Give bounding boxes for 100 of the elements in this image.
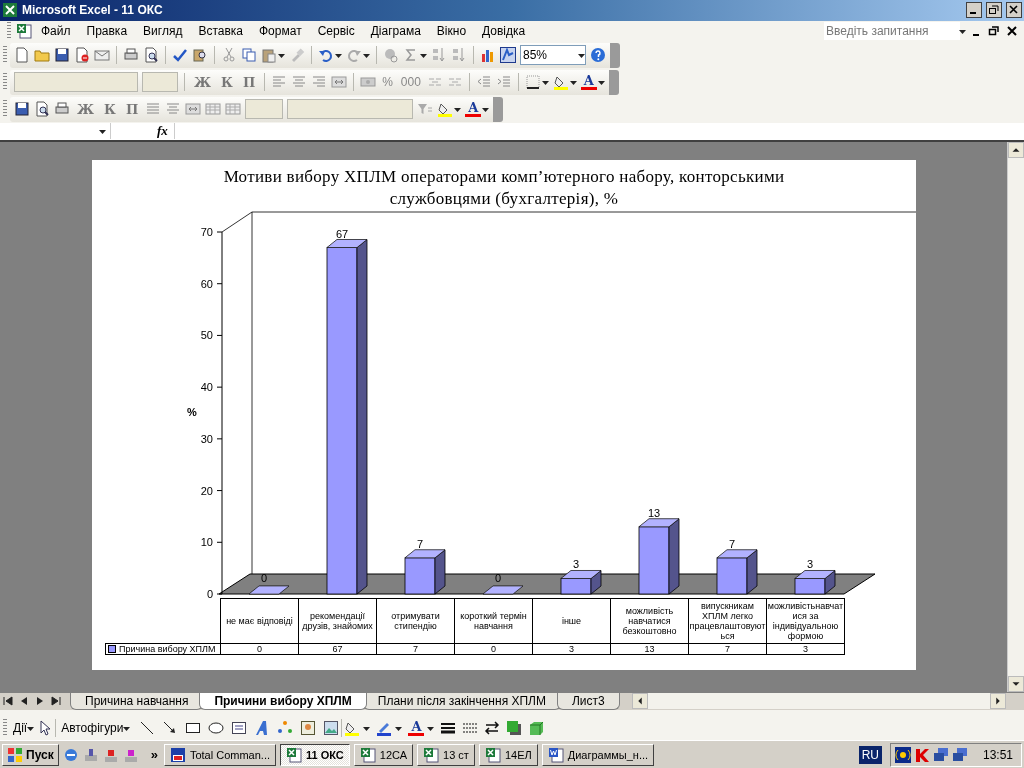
- sheet-tab[interactable]: Причини вибору ХПЛМ: [199, 692, 367, 710]
- insert-function-button[interactable]: fx: [157, 123, 168, 140]
- menu-item[interactable]: Файл: [34, 22, 78, 41]
- font-color-button[interactable]: A: [465, 101, 482, 117]
- more-button[interactable]: »: [150, 747, 158, 763]
- taskbar-button[interactable]: 11 ОКС: [280, 743, 350, 766]
- permission-icon[interactable]: [74, 47, 90, 64]
- horizontal-scrollbar[interactable]: [631, 693, 1006, 710]
- text-box-icon[interactable]: [231, 720, 248, 737]
- oval-icon[interactable]: [208, 720, 225, 737]
- taskbar-button[interactable]: 14ЕЛ: [478, 743, 538, 766]
- font-color-button[interactable]: A: [408, 720, 425, 736]
- format-button[interactable]: Ж: [74, 101, 98, 117]
- drawing-icon[interactable]: [500, 47, 516, 64]
- menu-item[interactable]: Діаграма: [363, 22, 428, 41]
- drive-icon[interactable]: [82, 746, 99, 763]
- merge-cells-icon[interactable]: [185, 101, 202, 118]
- 3d-box-icon[interactable]: [528, 720, 545, 737]
- save-icon[interactable]: [14, 101, 30, 118]
- language-indicator[interactable]: RU: [858, 745, 882, 764]
- data-label: 0: [494, 571, 502, 584]
- taskbar-button[interactable]: Диаграммы_н...: [541, 743, 655, 766]
- taskbar-button[interactable]: 12СА: [353, 743, 414, 766]
- axis-tick-label: 20: [200, 484, 213, 497]
- category-label: не має відповіді: [220, 598, 299, 644]
- data-label: 13: [647, 506, 661, 519]
- scroll-right-icon[interactable]: [990, 693, 1006, 710]
- network-icon[interactable]: [894, 746, 911, 763]
- fill-color-icon[interactable]: [437, 101, 454, 118]
- undo-icon[interactable]: [318, 47, 334, 64]
- start-button[interactable]: Пуск: [2, 743, 59, 766]
- axis-tick-label: 0: [206, 587, 213, 598]
- menu-item[interactable]: Вигляд: [136, 22, 190, 41]
- menu-item[interactable]: Сервіс: [310, 22, 362, 41]
- spreadsheet-icon: [359, 746, 376, 763]
- menu-item[interactable]: Довідка: [475, 22, 533, 41]
- picture-icon[interactable]: [323, 720, 340, 737]
- shadow-icon[interactable]: [506, 720, 523, 737]
- format-button[interactable]: К: [218, 74, 236, 90]
- bar-depth-drawing: [560, 570, 602, 595]
- fill-color-icon[interactable]: [344, 720, 361, 737]
- line-icon[interactable]: [139, 720, 156, 737]
- computers-icon[interactable]: [951, 746, 968, 763]
- restore-icon[interactable]: [986, 2, 1002, 19]
- arrow-style-icon[interactable]: [484, 720, 501, 737]
- minimize-icon[interactable]: [966, 2, 982, 19]
- format-button[interactable]: Ж: [191, 74, 215, 90]
- menu-item[interactable]: Вікно: [429, 22, 474, 41]
- format-button[interactable]: К: [101, 101, 119, 117]
- research-icon[interactable]: [192, 47, 208, 64]
- new-document-icon[interactable]: [14, 47, 30, 64]
- spreadsheet-icon: [484, 746, 501, 763]
- print-preview-icon[interactable]: [34, 101, 50, 118]
- copy-icon[interactable]: [241, 47, 257, 64]
- table-cell: 13: [610, 643, 689, 655]
- scroll-down-icon[interactable]: [1008, 675, 1024, 692]
- spreadsheet-icon: [2, 2, 18, 19]
- menu-item[interactable]: Вставка: [191, 22, 250, 41]
- merge-cells-icon[interactable]: [331, 74, 348, 91]
- print-preview-icon[interactable]: [143, 47, 159, 64]
- fill-color-icon[interactable]: [552, 74, 569, 91]
- clip-art-icon[interactable]: [300, 720, 317, 737]
- font-color-button[interactable]: A: [580, 74, 597, 90]
- save-icon[interactable]: [54, 47, 70, 64]
- borders-icon[interactable]: [524, 74, 541, 91]
- email-icon[interactable]: [94, 47, 110, 64]
- menu-item[interactable]: Правка: [79, 22, 135, 41]
- category-label: отримувати стипендію: [376, 598, 455, 644]
- browser-icon[interactable]: [62, 746, 79, 763]
- legend-entry: Причина вибору ХПЛМ: [105, 643, 221, 655]
- spelling-icon[interactable]: [172, 47, 188, 64]
- taskbar-button[interactable]: 13 ст: [417, 743, 475, 766]
- table-cell: 3: [766, 643, 845, 655]
- format-button[interactable]: П: [239, 74, 259, 90]
- spreadsheet-icon[interactable]: [16, 23, 32, 40]
- vertical-scrollbar[interactable]: [1007, 141, 1024, 692]
- bar-depth-drawing: [794, 570, 836, 595]
- menu-item[interactable]: Формат: [252, 22, 309, 41]
- line-style-icon[interactable]: [440, 720, 457, 737]
- data-label: 3: [572, 558, 580, 571]
- close-icon[interactable]: [1006, 2, 1022, 19]
- actions-menu[interactable]: Дії: [10, 720, 38, 737]
- line-color-icon[interactable]: [376, 720, 393, 737]
- scroll-left-icon[interactable]: [631, 693, 648, 710]
- taskbar-button[interactable]: Total Comman...: [163, 743, 276, 766]
- computers-icon[interactable]: [932, 746, 949, 763]
- format-button[interactable]: П: [122, 101, 142, 117]
- spreadsheet-icon: [286, 746, 302, 763]
- table-cell: 3: [532, 643, 611, 655]
- bar-chart-icon[interactable]: [480, 47, 496, 64]
- window-title: Microsoft Excel - 11 ОКС: [22, 3, 164, 18]
- wall-corner-line: [221, 211, 253, 233]
- help-search-field[interactable]: Введіть запитання: [824, 22, 960, 41]
- bar-depth-drawing: [716, 549, 758, 595]
- sheet-tab[interactable]: Лист3: [556, 692, 620, 710]
- zoom-dropdown[interactable]: 85%: [520, 45, 586, 66]
- autoshapes-menu[interactable]: Автофігури: [58, 720, 134, 737]
- hyperlink-icon[interactable]: [383, 47, 399, 64]
- category-label: рекомендації друзів, знайомих: [298, 598, 377, 644]
- help-icon[interactable]: [590, 47, 606, 64]
